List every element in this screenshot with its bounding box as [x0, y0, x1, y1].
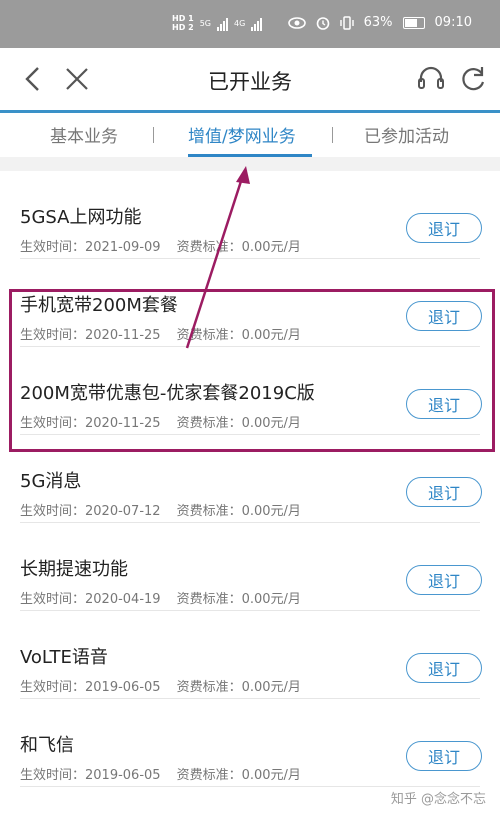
list-item: VoLTE语音 生效时间：2019-06-05 资费标准：0.00元/月 退订	[0, 611, 500, 699]
signal-icon	[251, 15, 263, 31]
service-name: 5GSA上网功能	[20, 207, 142, 228]
signal-icon	[216, 15, 228, 31]
service-name: VoLTE语音	[20, 647, 108, 668]
unsubscribe-button[interactable]: 退订	[406, 389, 482, 419]
vibrate-icon	[339, 15, 354, 30]
refresh-button[interactable]	[454, 60, 492, 98]
hd-indicator: HD 1 HD 2	[172, 14, 194, 32]
service-name: 和飞信	[20, 735, 74, 756]
service-meta: 生效时间：2019-06-05 资费标准：0.00元/月	[20, 680, 301, 695]
list-item: 长期提速功能 生效时间：2020-04-19 资费标准：0.00元/月 退订	[0, 523, 500, 611]
watermark: 知乎 @念念不忘	[390, 792, 486, 807]
customer-service-button[interactable]	[412, 60, 450, 98]
unsubscribe-button[interactable]: 退订	[406, 477, 482, 507]
list-item: 200M宽带优惠包-优家套餐2019C版 生效时间：2020-11-25 资费标准…	[0, 347, 500, 435]
unsubscribe-button[interactable]: 退订	[406, 301, 482, 331]
list-item: 手机宽带200M套餐 生效时间：2020-11-25 资费标准：0.00元/月 退…	[0, 259, 500, 347]
tab-activities[interactable]: 已参加活动	[364, 122, 449, 147]
tab-bar: 基本业务 增值/梦网业务 已参加活动	[0, 113, 500, 157]
tab-value-added[interactable]: 增值/梦网业务	[188, 122, 296, 147]
service-name: 长期提速功能	[20, 559, 128, 580]
service-meta: 生效时间：2020-07-12 资费标准：0.00元/月	[20, 504, 301, 519]
unsubscribe-button[interactable]: 退订	[406, 213, 482, 243]
service-name: 手机宽带200M套餐	[20, 295, 178, 316]
list-item: 和飞信 生效时间：2019-06-05 资费标准：0.00元/月 退订	[0, 699, 500, 787]
divider	[20, 786, 480, 787]
service-name: 5G消息	[20, 471, 82, 492]
tab-basic[interactable]: 基本业务	[50, 122, 118, 147]
refresh-icon	[462, 67, 485, 91]
app-header: 已开业务	[0, 48, 500, 110]
unsubscribe-button[interactable]: 退订	[406, 653, 482, 683]
service-meta: 生效时间：2020-11-25 资费标准：0.00元/月	[20, 416, 301, 431]
network-type-1: 5G	[199, 18, 211, 28]
service-name: 200M宽带优惠包-优家套餐2019C版	[20, 383, 315, 404]
unsubscribe-button[interactable]: 退订	[406, 741, 482, 771]
tab-separator	[153, 127, 154, 143]
battery-icon	[402, 16, 425, 29]
service-meta: 生效时间：2019-06-05 资费标准：0.00元/月	[20, 768, 301, 783]
service-meta: 生效时间：2020-04-19 资费标准：0.00元/月	[20, 592, 301, 607]
tab-separator	[332, 127, 333, 143]
battery-percent: 63%	[363, 15, 393, 30]
clock: 09:10	[434, 15, 472, 30]
list-item: 5G消息 生效时间：2020-07-12 资费标准：0.00元/月 退订	[0, 435, 500, 523]
status-indicators: 63% 09:10	[287, 15, 472, 30]
service-meta: 生效时间：2020-11-25 资费标准：0.00元/月	[20, 328, 301, 343]
headset-icon	[418, 66, 444, 89]
service-list: 5GSA上网功能 生效时间：2021-09-09 资费标准：0.00元/月 退订 …	[0, 171, 500, 787]
list-item: 5GSA上网功能 生效时间：2021-09-09 资费标准：0.00元/月 退订	[0, 171, 500, 259]
network-indicators: HD 1 HD 2 5G 4G	[172, 14, 263, 32]
network-type-2: 4G	[233, 18, 246, 28]
section-gap	[0, 157, 500, 171]
status-bar: HD 1 HD 2 5G 4G 63% 09:10	[0, 0, 500, 48]
service-meta: 生效时间：2021-09-09 资费标准：0.00元/月	[20, 240, 301, 255]
eye-icon	[287, 16, 306, 29]
alarm-icon	[316, 16, 329, 30]
unsubscribe-button[interactable]: 退订	[406, 565, 482, 595]
